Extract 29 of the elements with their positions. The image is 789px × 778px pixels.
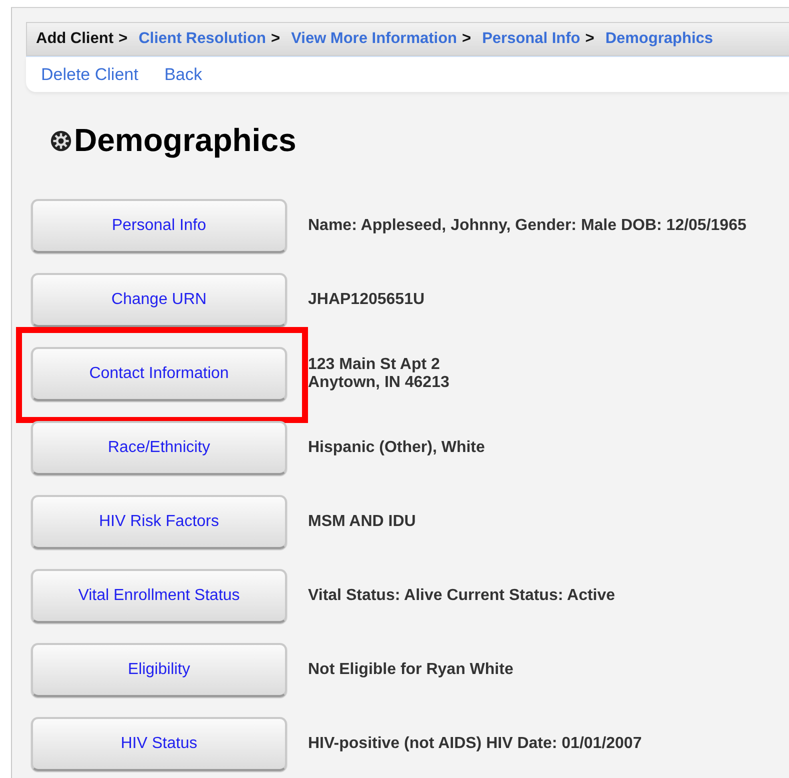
gear-icon xyxy=(50,130,72,152)
section-button[interactable]: HIV Risk Factors xyxy=(31,495,287,549)
section-button[interactable]: Race/Ethnicity xyxy=(31,421,287,475)
section-details: JHAP1205651U xyxy=(308,291,425,309)
section-details: Hispanic (Other), White xyxy=(308,439,485,457)
section-button[interactable]: Contact Information xyxy=(31,347,287,401)
breadcrumb-separator: > xyxy=(585,30,594,48)
breadcrumb-link[interactable]: Client Resolution xyxy=(138,30,266,48)
breadcrumb-link[interactable]: Demographics xyxy=(605,30,713,48)
section-details: MSM AND IDU xyxy=(308,513,416,531)
section-button[interactable]: Personal Info xyxy=(31,199,287,253)
breadcrumb-link[interactable]: View More Information xyxy=(291,30,458,48)
breadcrumb-separator: > xyxy=(462,30,472,48)
section-details: 123 Main St Apt 2 Anytown, IN 46213 xyxy=(308,356,450,392)
breadcrumb-separator: > xyxy=(118,30,128,48)
breadcrumb-item: Add Client xyxy=(36,30,114,48)
section-details: HIV-positive (not AIDS) HIV Date: 01/01/2007 xyxy=(308,735,642,753)
section-button[interactable]: Vital Enrollment Status xyxy=(31,569,287,623)
section-details: Not Eligible for Ryan White xyxy=(308,661,514,679)
section-details: Name: Appleseed, Johnny, Gender: Male DOB: 12/05/1965 xyxy=(308,217,746,235)
section-details: Vital Status: Alive Current Status: Active xyxy=(308,587,616,605)
section-button[interactable]: HIV Status xyxy=(31,717,287,771)
breadcrumb-separator: > xyxy=(271,30,280,48)
page-title: Demographics xyxy=(74,122,296,159)
action-link[interactable]: Delete Client xyxy=(41,64,138,84)
section-button[interactable]: Change URN xyxy=(31,273,287,327)
section-button[interactable]: Eligibility xyxy=(31,643,287,697)
action-link[interactable]: Back xyxy=(164,64,202,84)
breadcrumb-link[interactable]: Personal Info xyxy=(482,30,580,48)
